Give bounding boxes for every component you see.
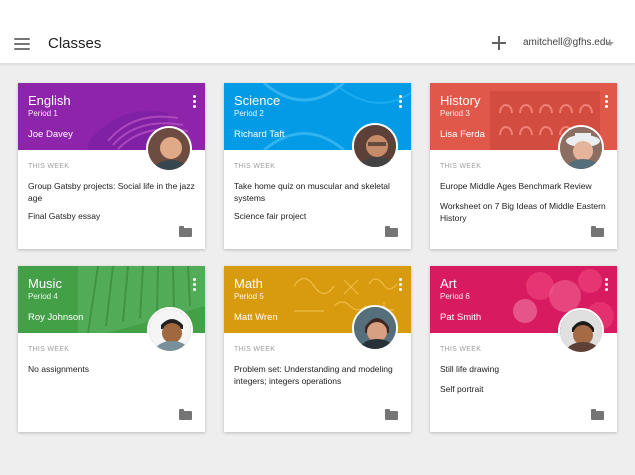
assignment-item[interactable]: Worksheet on 7 Big Ideas of Middle Easte… [440, 200, 610, 224]
this-week-label: THIS WEEK [440, 346, 482, 353]
folder-icon[interactable] [385, 226, 398, 237]
teacher-avatar [147, 307, 193, 353]
this-week-label: THIS WEEK [234, 346, 276, 353]
app-bar: Classes amitchell@gfhs.edu [0, 0, 635, 64]
this-week-label: THIS WEEK [440, 163, 482, 170]
assignment-item[interactable]: Group Gatsby projects: Social life in th… [28, 180, 198, 204]
teacher-avatar [352, 123, 398, 169]
more-options-icon[interactable] [399, 278, 403, 292]
teacher-name: Matt Wren [234, 312, 278, 323]
assignment-item[interactable]: Europe Middle Ages Benchmark Review [440, 180, 610, 192]
menu-icon[interactable] [14, 38, 30, 50]
course-period: Period 5 [234, 292, 264, 301]
teacher-avatar [558, 125, 604, 171]
class-card-english[interactable]: English Period 1 Joe Davey THIS WEEK Gro… [18, 83, 205, 249]
this-week-label: THIS WEEK [28, 163, 70, 170]
add-class-icon[interactable] [492, 36, 506, 50]
page-title: Classes [48, 35, 102, 52]
assignment-item: No assignments [28, 364, 89, 374]
teacher-name: Richard Taft [234, 129, 285, 140]
assignment-item[interactable]: Final Gatsby essay [28, 210, 198, 222]
teacher-avatar [352, 305, 398, 351]
account-dropdown-icon[interactable] [606, 42, 614, 46]
course-period: Period 6 [440, 292, 470, 301]
account-email[interactable]: amitchell@gfhs.edu [523, 37, 611, 48]
course-period: Period 3 [440, 109, 470, 118]
class-card-music[interactable]: Music Period 4 Roy Johnson THIS WEEK No … [18, 266, 205, 432]
more-options-icon[interactable] [605, 278, 609, 292]
more-options-icon[interactable] [193, 278, 197, 292]
assignment-item[interactable]: Problem set: Understanding and modeling … [234, 363, 404, 387]
class-card-history[interactable]: History Period 3 Lisa Ferda THIS WEEK Eu… [430, 83, 617, 249]
assignment-item[interactable]: Science fair project [234, 210, 404, 222]
course-period: Period 4 [28, 292, 58, 301]
more-options-icon[interactable] [605, 95, 609, 109]
teacher-name: Roy Johnson [28, 312, 84, 323]
more-options-icon[interactable] [399, 95, 403, 109]
course-period: Period 2 [234, 109, 264, 118]
assignment-item[interactable]: Take home quiz on muscular and skeletal … [234, 180, 404, 204]
folder-icon[interactable] [179, 226, 192, 237]
teacher-avatar [558, 308, 604, 354]
class-card-science[interactable]: Science Period 2 Richard Taft THIS WEEK … [224, 83, 411, 249]
course-name[interactable]: English [28, 93, 71, 108]
class-card-math[interactable]: Math Period 5 Matt Wren THIS WEEK Proble… [224, 266, 411, 432]
course-name[interactable]: Math [234, 276, 263, 291]
this-week-label: THIS WEEK [234, 163, 276, 170]
teacher-name: Pat Smith [440, 312, 482, 323]
folder-icon[interactable] [385, 409, 398, 420]
class-card-art[interactable]: Art Period 6 Pat Smith THIS WEEK Still l… [430, 266, 617, 432]
teacher-avatar [146, 126, 192, 172]
more-options-icon[interactable] [193, 95, 197, 109]
assignment-item[interactable]: Self portrait [440, 383, 610, 395]
course-name[interactable]: History [440, 93, 480, 108]
course-name[interactable]: Music [28, 276, 62, 291]
course-name[interactable]: Science [234, 93, 280, 108]
course-name[interactable]: Art [440, 276, 457, 291]
folder-icon[interactable] [591, 226, 604, 237]
course-period: Period 1 [28, 109, 58, 118]
assignment-item[interactable]: Still life drawing [440, 363, 610, 375]
teacher-name: Joe Davey [28, 129, 73, 140]
folder-icon[interactable] [591, 409, 604, 420]
teacher-name: Lisa Ferda [440, 129, 485, 140]
folder-icon[interactable] [179, 409, 192, 420]
this-week-label: THIS WEEK [28, 346, 70, 353]
